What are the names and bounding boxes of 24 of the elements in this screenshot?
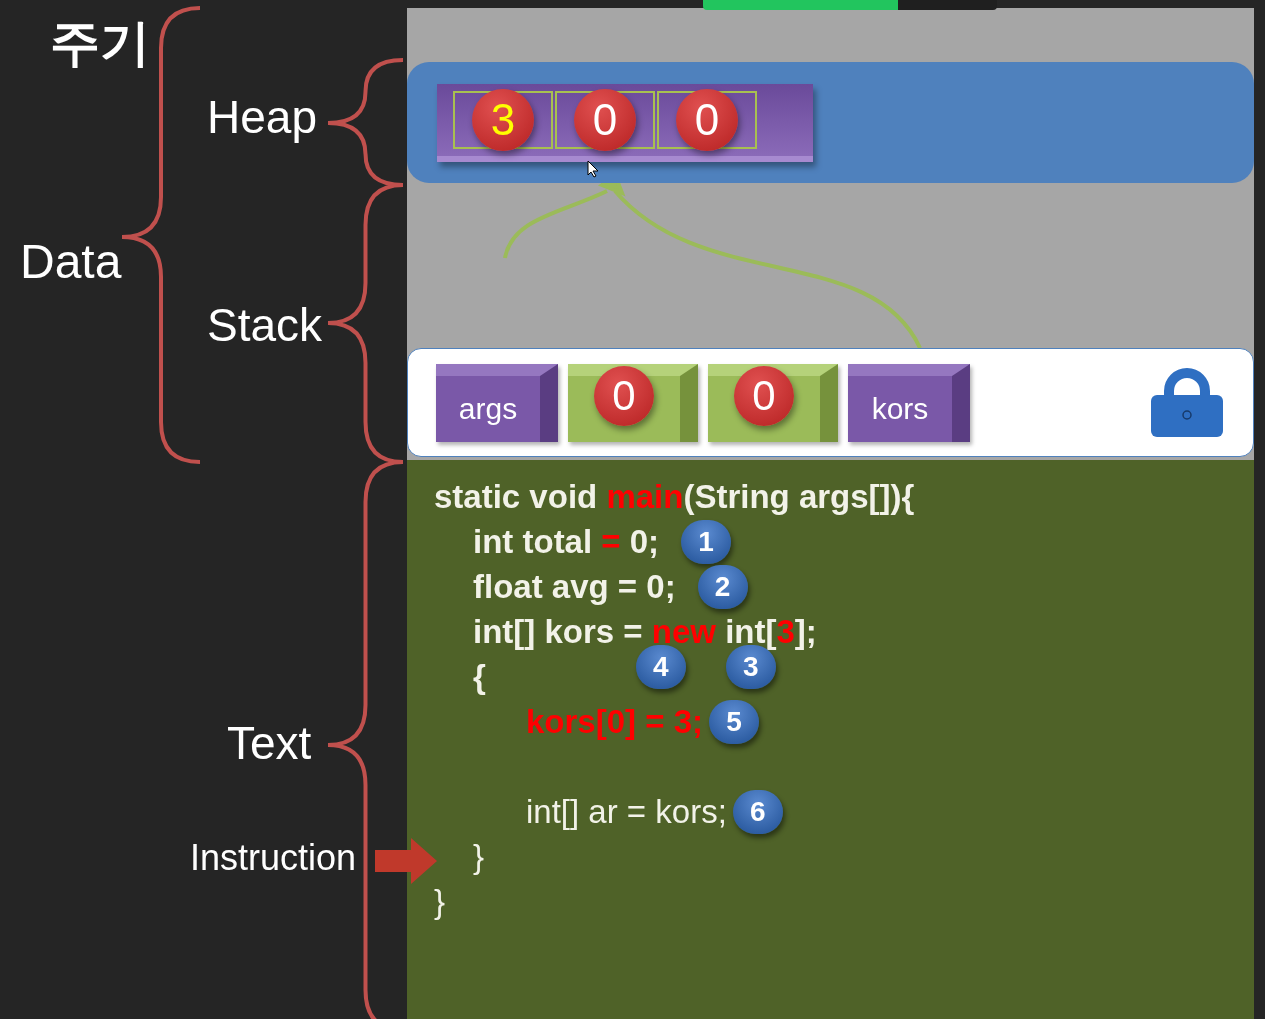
code-line: } — [473, 840, 485, 873]
code-line: int[] ar = kors; — [526, 795, 727, 828]
step-badge: 4 — [635, 644, 686, 689]
lock-icon — [1149, 366, 1225, 439]
memory-label: Stack — [207, 302, 323, 348]
step-badge: 6 — [732, 789, 783, 834]
code-line: int total = 0; — [473, 525, 660, 558]
code-line: static void main(String args[]){ — [434, 480, 915, 513]
arrow-icon — [375, 838, 439, 884]
memory-label: Instruction — [190, 840, 357, 876]
slide-title: 주기 — [50, 18, 150, 68]
memory-label: Data — [20, 238, 122, 286]
step-badge: 5 — [709, 699, 759, 744]
stack-slot: kors — [848, 363, 970, 442]
code-line: { — [473, 660, 486, 693]
stack-slot: args — [436, 363, 558, 442]
step-badge: 1 — [681, 519, 732, 564]
code-line: } — [434, 885, 446, 918]
step-badge: 2 — [697, 564, 748, 609]
code-line: float avg = 0; — [473, 570, 676, 603]
view-options-button[interactable] — [898, 0, 997, 10]
code-line: kors[0] = 3; — [526, 705, 703, 738]
memory-label: Text — [227, 720, 312, 766]
mouse-cursor-icon — [587, 160, 599, 178]
